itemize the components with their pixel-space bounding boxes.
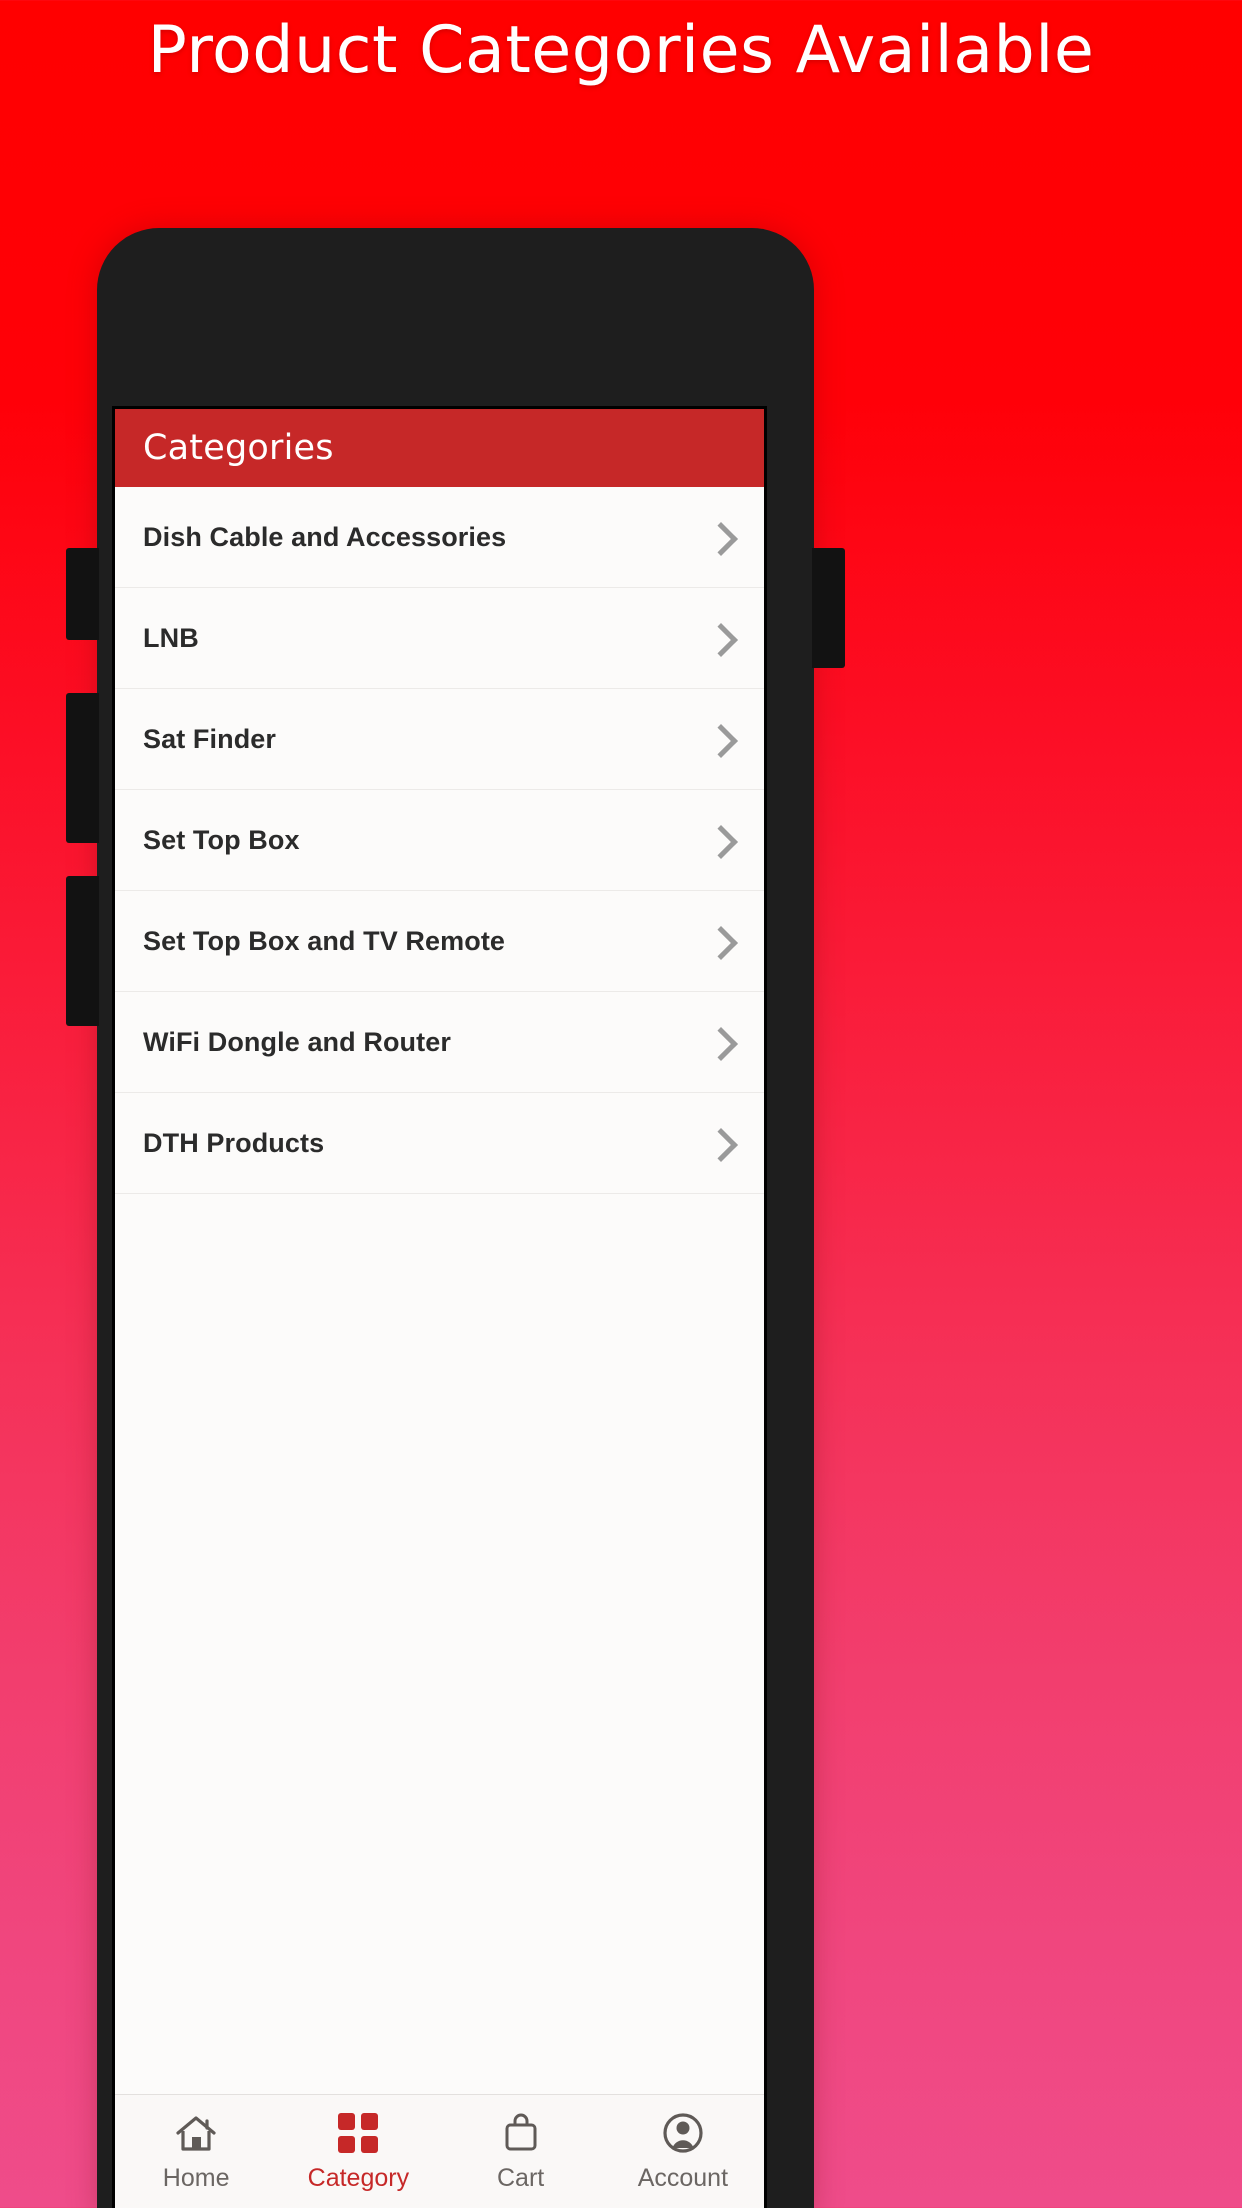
phone-screen: Categories Dish Cable and Accessories LNB…	[112, 406, 767, 2208]
list-empty-area	[115, 1194, 764, 2094]
bottom-nav-label: Account	[637, 2164, 729, 2192]
chevron-right-icon	[702, 1126, 736, 1160]
bottom-nav-label: Category	[307, 2164, 410, 2192]
category-row-label: DTH Products	[143, 1127, 325, 1158]
category-row[interactable]: Sat Finder	[115, 689, 764, 790]
grid-cell	[361, 2113, 379, 2130]
phone-device-mockup: Categories Dish Cable and Accessories LNB…	[66, 228, 845, 2208]
bottom-nav-item-category[interactable]: Category	[277, 2111, 439, 2193]
promo-headline: Product Categories Available	[147, 13, 1095, 88]
category-row[interactable]: Set Top Box and TV Remote	[115, 891, 764, 992]
grid-cell	[338, 2136, 356, 2153]
category-row[interactable]: DTH Products	[115, 1093, 764, 1194]
category-row-label: WiFi Dongle and Router	[143, 1026, 451, 1057]
shopping-bag-icon	[497, 2111, 545, 2155]
chevron-right-icon	[702, 823, 736, 857]
bottom-nav-label: Home	[162, 2164, 230, 2192]
category-row-label: Sat Finder	[143, 723, 277, 754]
phone-mute-switch	[66, 548, 99, 640]
phone-volume-up-button	[66, 693, 99, 843]
bottom-nav-item-home[interactable]: Home	[115, 2111, 277, 2193]
home-icon	[172, 2111, 220, 2155]
category-list: Dish Cable and Accessories LNB Sat Finder S…	[115, 487, 764, 1194]
chevron-right-icon	[702, 520, 736, 554]
grid-cell	[338, 2113, 356, 2130]
category-row-label: Set Top Box	[143, 824, 300, 855]
bottom-nav-item-account[interactable]: Account	[602, 2111, 764, 2193]
chevron-right-icon	[702, 924, 736, 958]
chevron-right-icon	[702, 722, 736, 756]
phone-volume-down-button	[66, 876, 99, 1026]
grid-icon	[334, 2111, 382, 2155]
grid-cell	[361, 2136, 379, 2153]
category-row[interactable]: Set Top Box	[115, 790, 764, 891]
phone-power-button	[812, 548, 845, 668]
app-bar-title: Categories	[143, 428, 334, 468]
category-row-label: Set Top Box and TV Remote	[143, 925, 506, 956]
bottom-navigation-bar: Home Category Cart Account	[115, 2094, 764, 2208]
chevron-right-icon	[702, 1025, 736, 1059]
category-row[interactable]: WiFi Dongle and Router	[115, 992, 764, 1093]
app-bar: Categories	[115, 409, 764, 487]
category-row-label: Dish Cable and Accessories	[143, 521, 507, 552]
category-row-label: LNB	[143, 622, 199, 653]
chevron-right-icon	[702, 621, 736, 655]
category-row[interactable]: LNB	[115, 588, 764, 689]
bottom-nav-label: Cart	[497, 2164, 545, 2192]
user-circle-icon	[659, 2111, 707, 2155]
bottom-nav-item-cart[interactable]: Cart	[440, 2111, 602, 2193]
category-row[interactable]: Dish Cable and Accessories	[115, 487, 764, 588]
